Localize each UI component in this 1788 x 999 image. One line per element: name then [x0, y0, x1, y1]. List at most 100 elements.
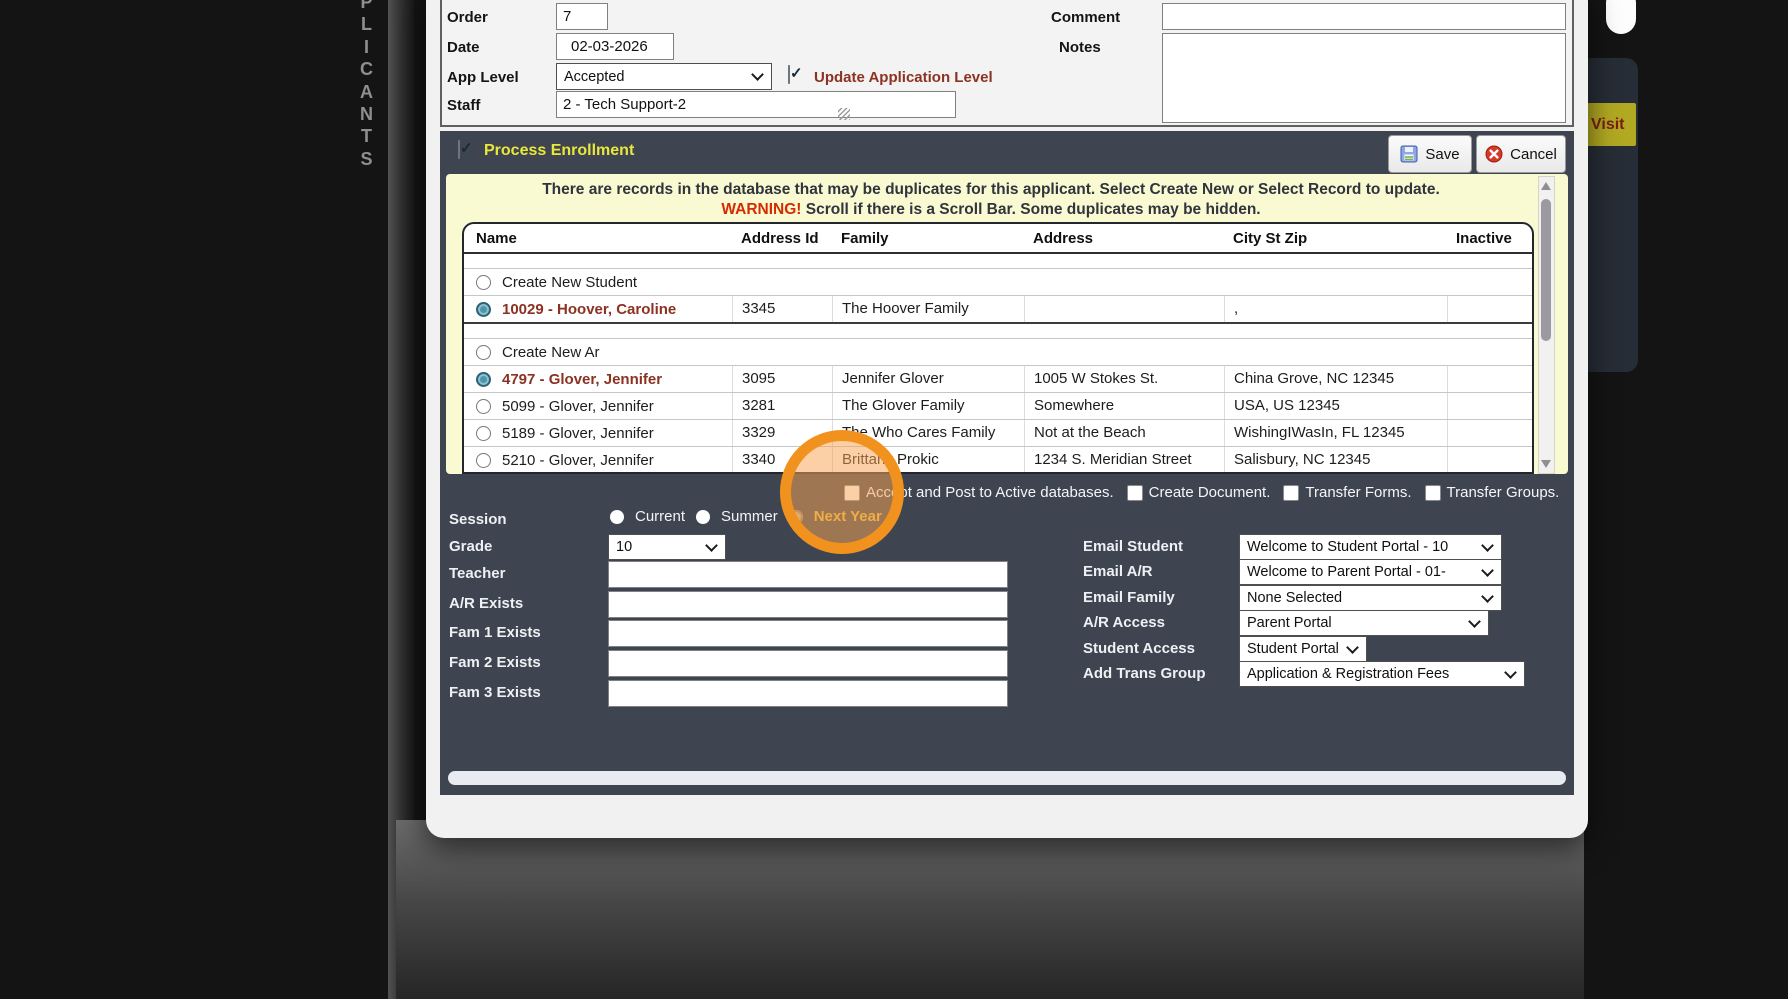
row-radio[interactable] — [476, 452, 491, 468]
field-select[interactable]: Welcome to Parent Portal - 01- — [1239, 559, 1502, 585]
cancel-x-icon — [1485, 145, 1503, 163]
notes-textarea[interactable] — [1162, 33, 1566, 123]
post-option: Transfer Forms. — [1283, 484, 1412, 501]
save-floppy-icon — [1400, 145, 1418, 163]
duplicate-row: 4797 - Glover, Jennifer 3095 Jennifer Glov… — [464, 365, 1532, 392]
field-input[interactable] — [608, 680, 1008, 707]
row-radio[interactable] — [476, 398, 491, 414]
row-cell-inactive — [1447, 366, 1532, 392]
field-select-value: Student Portal — [1247, 641, 1339, 657]
row-name-cell[interactable]: 5099 - Glover, Jennifer — [464, 398, 732, 415]
field-input[interactable] — [608, 561, 1008, 588]
field-select[interactable]: Application & Registration Fees — [1239, 661, 1525, 687]
row-radio[interactable] — [476, 344, 491, 360]
field-label: Email Student — [1083, 538, 1184, 555]
field-label: Grade — [449, 538, 493, 555]
post-option-checkbox[interactable] — [844, 484, 860, 501]
session-radio[interactable] — [788, 509, 803, 524]
chevron-down-icon — [1481, 538, 1494, 552]
cancel-button[interactable]: Cancel — [1476, 135, 1566, 173]
process-enrollment-checkbox[interactable] — [458, 140, 460, 159]
session-option-label: Summer — [721, 508, 778, 525]
row-cell-family: The Who Cares Family — [832, 420, 1024, 446]
duplicates-warning-panel: There are records in the database that m… — [446, 174, 1568, 474]
session-radio[interactable] — [610, 509, 624, 524]
rail-letter: S — [360, 148, 374, 169]
field-input[interactable] — [608, 591, 1008, 618]
row-cell-address — [1024, 296, 1224, 322]
horizontal-scrollbar-thumb[interactable] — [448, 771, 1566, 785]
field-input[interactable] — [608, 650, 1008, 677]
create-new-option[interactable]: Create New Ar — [464, 344, 1532, 361]
field-select[interactable]: Parent Portal — [1239, 610, 1489, 636]
rail-letter: L — [361, 14, 373, 35]
row-name-cell[interactable]: 5210 - Glover, Jennifer — [464, 452, 732, 469]
chevron-down-icon — [751, 68, 764, 81]
order-input[interactable] — [556, 3, 608, 30]
field-label: Student Access — [1083, 640, 1195, 657]
duplicate-row: 5099 - Glover, Jennifer 3281 The Glover Fa… — [464, 392, 1532, 419]
duplicates-table-body: Create New Student 10029 - Hoover, Caroli… — [464, 254, 1532, 472]
row-cell-city-st-zip: , — [1224, 296, 1447, 322]
scroll-up-arrow-icon[interactable] — [1541, 182, 1551, 190]
row-name: 5099 - Glover, Jennifer — [502, 397, 654, 415]
rail-letter: I — [363, 36, 370, 57]
grade-value: 10 — [616, 539, 633, 555]
field-label: Email A/R — [1083, 563, 1153, 580]
row-radio[interactable] — [476, 425, 491, 441]
row-cell-address-id: 3281 — [732, 393, 832, 419]
post-option-label: Accept and Post to Active databases. — [866, 484, 1114, 501]
field-label: Fam 1 Exists — [449, 624, 541, 641]
table-spacer — [464, 324, 1532, 338]
save-button[interactable]: Save — [1388, 135, 1472, 173]
row-radio[interactable] — [476, 274, 491, 290]
duplicates-scrollbar-thumb[interactable] — [1540, 199, 1551, 341]
row-name-cell[interactable]: 5189 - Glover, Jennifer — [464, 425, 732, 442]
cancel-button-label: Cancel — [1510, 145, 1557, 163]
row-cell-inactive — [1447, 393, 1532, 419]
table-spacer — [464, 254, 1532, 268]
row-cell-city-st-zip: Salisbury, NC 12345 — [1224, 447, 1447, 472]
update-app-level-checkbox[interactable] — [788, 65, 790, 84]
post-option: Transfer Groups. — [1424, 484, 1559, 501]
duplicates-table: Name Address Id Family Address City St Zip In… — [462, 222, 1534, 474]
session-radio[interactable] — [696, 509, 711, 524]
row-name-cell[interactable]: 10029 - Hoover, Caroline — [464, 301, 732, 318]
comment-input[interactable] — [1162, 3, 1566, 30]
field-label: A/R Exists — [449, 595, 524, 612]
field-select[interactable]: Welcome to Student Portal - 10 — [1239, 534, 1502, 560]
row-cell-address-id: 3345 — [732, 296, 832, 322]
row-radio[interactable] — [476, 301, 491, 317]
rail-letter: T — [361, 126, 373, 147]
field-select[interactable]: Student Portal — [1239, 636, 1367, 662]
row-cell-inactive — [1447, 420, 1532, 446]
post-option: Accept and Post to Active databases. — [844, 484, 1114, 501]
post-option-checkbox[interactable] — [1424, 484, 1441, 501]
app-level-select[interactable]: Accepted — [556, 63, 772, 90]
field-input[interactable] — [608, 620, 1008, 647]
row-radio[interactable] — [476, 371, 491, 387]
textarea-resize-grip[interactable] — [838, 108, 850, 120]
date-input[interactable] — [556, 33, 674, 60]
field-select[interactable]: None Selected — [1239, 585, 1502, 611]
visit-button[interactable]: Visit — [1580, 103, 1636, 146]
row-cell-address: 1005 W Stokes St. — [1024, 366, 1224, 392]
scroll-down-arrow-icon[interactable] — [1541, 460, 1551, 468]
column-header: Inactive — [1456, 229, 1512, 247]
row-name-cell[interactable]: 4797 - Glover, Jennifer — [464, 371, 732, 388]
row-cell-family: Brittany Prokic — [832, 447, 1024, 472]
duplicates-notice-line1: There are records in the database that m… — [542, 181, 1440, 198]
create-new-option[interactable]: Create New Student — [464, 274, 1532, 291]
row-name: 5189 - Glover, Jennifer — [502, 424, 654, 442]
applicants-vertical-tab[interactable]: PLICANTS — [348, 0, 386, 170]
post-option-checkbox[interactable] — [1283, 484, 1300, 501]
duplicates-notice-line2: WARNING! Scroll if there is a Scroll Bar… — [446, 201, 1536, 219]
grade-select[interactable]: 10 — [608, 534, 726, 560]
scrollbar-thumb[interactable] — [1606, 0, 1636, 34]
row-cell-inactive — [1447, 447, 1532, 472]
warning-rest: Scroll if there is a Scroll Bar. Some du… — [805, 201, 1261, 218]
app-level-value: Accepted — [564, 68, 625, 85]
post-option-checkbox[interactable] — [1126, 484, 1143, 501]
staff-input[interactable] — [556, 91, 956, 118]
field-select-value: Application & Registration Fees — [1247, 666, 1450, 682]
